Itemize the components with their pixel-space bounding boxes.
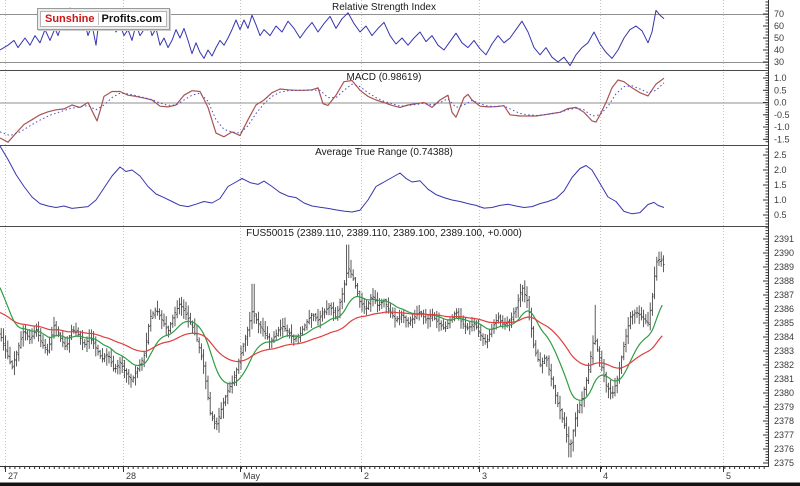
svg-text:2379: 2379	[774, 402, 794, 412]
svg-text:2376: 2376	[774, 444, 794, 454]
y-axis-rsi: 70 60 50 40 30	[763, 1, 784, 69]
chart-canvas: Relative Strength Index 70 60 50 40 30 MACD (0…	[0, 0, 800, 486]
logo-inner: Sunshine Profits.com	[40, 11, 168, 27]
svg-text:27: 27	[8, 471, 18, 481]
svg-text:28: 28	[126, 471, 136, 481]
svg-text:1.0: 1.0	[774, 195, 787, 205]
svg-text:MACD (0.98619): MACD (0.98619)	[346, 72, 421, 83]
ohlc-bars	[0, 244, 665, 458]
svg-text:50: 50	[774, 33, 784, 43]
svg-text:0.0: 0.0	[774, 98, 787, 108]
logo[interactable]: Sunshine Profits.com	[37, 8, 171, 30]
svg-text:30: 30	[774, 57, 784, 67]
svg-text:2.5: 2.5	[774, 150, 787, 160]
svg-text:2388: 2388	[774, 276, 794, 286]
svg-text:0.5: 0.5	[774, 85, 787, 95]
svg-text:2389: 2389	[774, 262, 794, 272]
svg-text:2381: 2381	[774, 374, 794, 384]
svg-text:1.5: 1.5	[774, 180, 787, 190]
svg-text:May: May	[243, 471, 261, 481]
svg-text:5: 5	[726, 471, 731, 481]
y-axis-macd: 1.0 0.5 0.0 -0.5 -1.0 -1.5	[763, 72, 790, 144]
svg-text:3: 3	[482, 471, 487, 481]
svg-text:4: 4	[603, 471, 608, 481]
logo-text-profits: Profits.com	[101, 13, 163, 25]
x-axis: 27 28 May 2 3 4 5	[4, 466, 765, 481]
svg-text:2390: 2390	[774, 248, 794, 258]
svg-text:FUS50015 (2389.110, 2389.110,: FUS50015 (2389.110, 2389.110, 2389.100, …	[246, 228, 522, 239]
svg-text:2377: 2377	[774, 430, 794, 440]
svg-text:Relative Strength Index: Relative Strength Index	[332, 2, 436, 13]
svg-text:0.5: 0.5	[774, 210, 787, 220]
svg-text:-1.5: -1.5	[774, 134, 790, 144]
panel-atr: Average True Range (0.74388)	[0, 145, 665, 215]
svg-text:-1.0: -1.0	[774, 122, 790, 132]
chart-window: Relative Strength Index 70 60 50 40 30 MACD (0…	[0, 0, 800, 486]
svg-text:1.0: 1.0	[774, 73, 787, 83]
svg-text:-0.5: -0.5	[774, 110, 790, 120]
svg-text:2378: 2378	[774, 416, 794, 426]
svg-text:2: 2	[364, 471, 369, 481]
svg-text:2383: 2383	[774, 346, 794, 356]
logo-text-sunshine: Sunshine	[45, 13, 99, 25]
svg-text:2385: 2385	[774, 318, 794, 328]
y-axis-atr: 2.5 2.0 1.5 1.0 0.5	[763, 148, 787, 225]
svg-text:2375: 2375	[774, 458, 794, 468]
svg-text:2384: 2384	[774, 332, 794, 342]
bottom-bar	[0, 482, 800, 486]
svg-text:2.0: 2.0	[774, 165, 787, 175]
panel-price: FUS50015 (2389.110, 2389.110, 2389.100, …	[0, 228, 665, 458]
svg-text:70: 70	[774, 9, 784, 19]
svg-text:2391: 2391	[774, 234, 794, 244]
svg-text:Average True Range (0.74388): Average True Range (0.74388)	[315, 147, 453, 158]
svg-text:40: 40	[774, 45, 784, 55]
svg-text:2382: 2382	[774, 360, 794, 370]
y-axis-price: 2391 2390 2389 2388 2387 2386 2385 2384 2383 2382…	[763, 227, 794, 468]
panel-macd: MACD (0.98619)	[0, 72, 768, 143]
svg-text:2387: 2387	[774, 290, 794, 300]
svg-text:2386: 2386	[774, 304, 794, 314]
svg-text:60: 60	[774, 21, 784, 31]
svg-text:2380: 2380	[774, 388, 794, 398]
